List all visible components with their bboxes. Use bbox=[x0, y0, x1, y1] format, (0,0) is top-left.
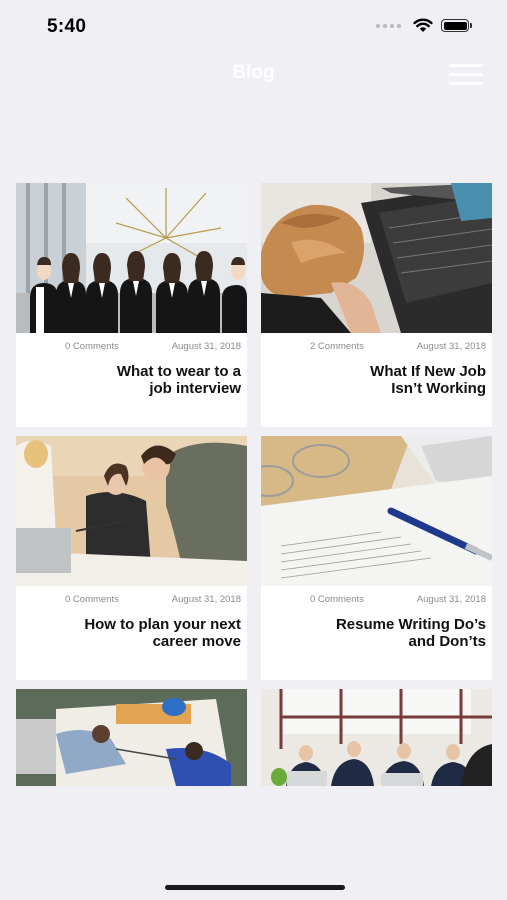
status-bar: 5:40 bbox=[0, 0, 507, 50]
post-meta: 2 Comments August 31, 2018 bbox=[261, 333, 492, 357]
post-date: August 31, 2018 bbox=[171, 341, 241, 352]
post-image bbox=[261, 689, 492, 786]
post-title-line: and Don’ts bbox=[408, 633, 487, 650]
blog-card[interactable]: 0 Comments August 31, 2018 What to wear … bbox=[16, 183, 247, 427]
post-title-line: Resume Writing Do’s bbox=[335, 616, 486, 633]
post-title[interactable]: Resume Writing Do’s and Don’ts bbox=[261, 610, 492, 650]
status-icons bbox=[376, 18, 472, 33]
blog-card[interactable]: 0 Comments August 31, 2018 Resume Writin… bbox=[261, 436, 492, 680]
construction-meeting-photo bbox=[16, 689, 247, 786]
post-image bbox=[261, 183, 492, 333]
post-title-line: Isn’t Working bbox=[391, 380, 486, 397]
signal-icon bbox=[376, 23, 401, 28]
post-meta: 0 Comments August 31, 2018 bbox=[16, 333, 247, 357]
post-image bbox=[16, 183, 247, 333]
post-title-line: How to plan your next bbox=[84, 616, 241, 633]
page-title: Blog bbox=[232, 62, 275, 83]
blog-card[interactable]: 2 Comments August 31, 2018 What If New J… bbox=[261, 183, 492, 427]
resume-glasses-pen-photo bbox=[261, 436, 492, 586]
post-title[interactable]: What If New Job Isn’t Working bbox=[261, 357, 492, 397]
post-meta: 0 Comments August 31, 2018 bbox=[261, 586, 492, 610]
blog-card[interactable] bbox=[261, 689, 492, 786]
post-title-line: What If New Job bbox=[370, 363, 486, 380]
stressed-woman-laptop-photo bbox=[261, 183, 492, 333]
office-team-photo bbox=[16, 183, 247, 333]
status-time: 5:40 bbox=[47, 16, 87, 37]
post-date: August 31, 2018 bbox=[416, 594, 486, 605]
post-title-line: job interview bbox=[149, 380, 241, 397]
comment-count: 0 Comments bbox=[65, 341, 119, 352]
post-date: August 31, 2018 bbox=[171, 594, 241, 605]
home-indicator[interactable] bbox=[165, 885, 345, 890]
post-image bbox=[16, 436, 247, 586]
office-team-laptops-photo bbox=[261, 689, 492, 786]
blog-card[interactable] bbox=[16, 689, 247, 786]
women-meeting-photo bbox=[16, 436, 247, 586]
post-title-line: career move bbox=[152, 633, 241, 650]
post-title[interactable]: How to plan your next career move bbox=[16, 610, 247, 650]
battery-icon bbox=[441, 19, 472, 32]
post-date: August 31, 2018 bbox=[416, 341, 486, 352]
wifi-icon bbox=[413, 18, 433, 32]
blog-card[interactable]: 0 Comments August 31, 2018 How to plan y… bbox=[16, 436, 247, 680]
comment-count: 0 Comments bbox=[310, 594, 364, 605]
post-image bbox=[261, 436, 492, 586]
post-meta: 0 Comments August 31, 2018 bbox=[16, 586, 247, 610]
hamburger-menu-button[interactable] bbox=[449, 64, 483, 86]
post-title[interactable]: What to wear to a job interview bbox=[16, 357, 247, 397]
comment-count: 2 Comments bbox=[310, 341, 364, 352]
post-title-line: What to wear to a bbox=[116, 363, 241, 380]
comment-count: 0 Comments bbox=[65, 594, 119, 605]
post-image bbox=[16, 689, 247, 786]
